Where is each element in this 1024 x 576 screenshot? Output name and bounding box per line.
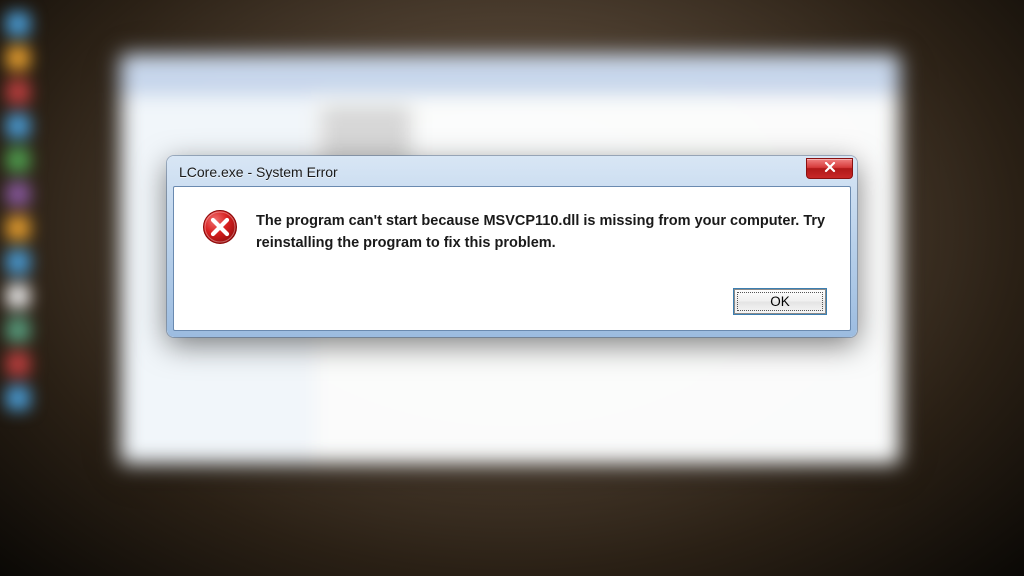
- close-button[interactable]: [806, 158, 853, 179]
- close-icon: [824, 161, 836, 176]
- dialog-titlebar[interactable]: LCore.exe - System Error: [173, 162, 851, 186]
- error-dialog: LCore.exe - System Error: [167, 156, 857, 337]
- ok-button[interactable]: OK: [734, 289, 826, 314]
- desktop-icons-column: [0, 0, 40, 576]
- dialog-title: LCore.exe - System Error: [179, 164, 338, 180]
- error-message: The program can't start because MSVCP110…: [256, 209, 830, 255]
- error-icon: [202, 209, 238, 245]
- desktop-background: LCore.exe - System Error: [0, 0, 1024, 576]
